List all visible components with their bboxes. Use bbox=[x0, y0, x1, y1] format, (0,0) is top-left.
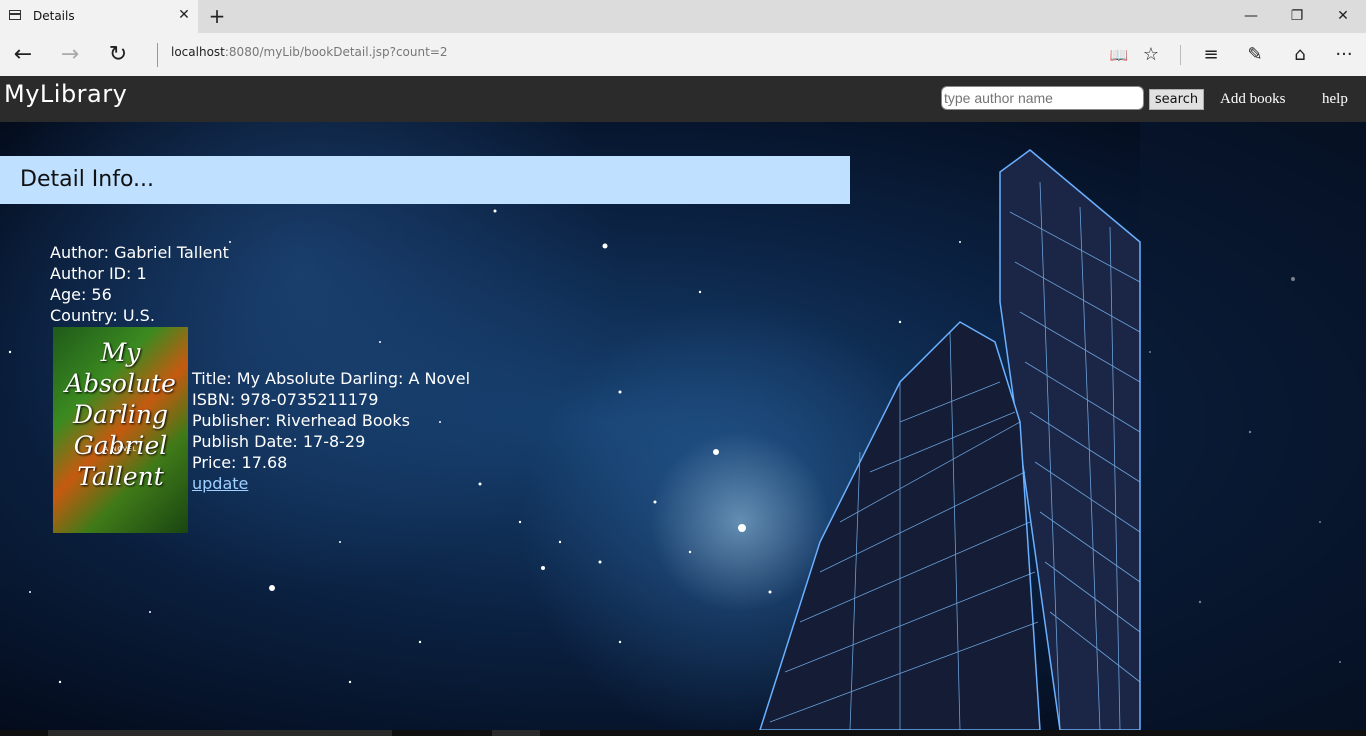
site-header: MyLibrary search Add books help bbox=[0, 76, 1366, 122]
author-age: Age: 56 bbox=[50, 285, 112, 304]
author-name: Author: Gabriel Tallent bbox=[50, 243, 229, 262]
cover-title-text: My Absolute Darling Gabriel Tallent bbox=[65, 338, 176, 491]
book-cover-image: My Absolute Darling Gabriel Tallent A NO… bbox=[53, 327, 188, 533]
cover-subtitle: A NOVEL bbox=[103, 446, 138, 453]
browser-tab-bar: Details ✕ + — ❐ ✕ bbox=[0, 0, 1366, 33]
more-icon[interactable]: ··· bbox=[1330, 41, 1358, 69]
refresh-button[interactable]: ↻ bbox=[103, 40, 133, 70]
help-link[interactable]: help bbox=[1322, 91, 1348, 108]
taskbar-item[interactable] bbox=[48, 730, 392, 736]
minimize-button[interactable]: — bbox=[1236, 5, 1266, 27]
update-link[interactable]: update bbox=[192, 474, 248, 493]
author-country: Country: U.S. bbox=[50, 306, 155, 325]
book-title: Title: My Absolute Darling: A Novel bbox=[192, 369, 471, 388]
taskbar bbox=[0, 730, 1366, 736]
book-publish-date: Publish Date: 17-8-29 bbox=[192, 432, 366, 451]
favorite-icon[interactable]: ☆ bbox=[1137, 41, 1165, 69]
web-note-icon[interactable]: ✎ bbox=[1241, 41, 1269, 69]
book-info: Title: My Absolute Darling: A Novel ISBN… bbox=[192, 368, 470, 494]
browser-tab[interactable]: Details ✕ bbox=[0, 0, 198, 33]
tower-illustration bbox=[759, 149, 1141, 730]
tab-title: Details bbox=[33, 9, 75, 23]
author-search-input[interactable] bbox=[941, 86, 1144, 110]
address-bar[interactable]: localhost:8080/myLib/bookDetail.jsp?coun… bbox=[171, 45, 448, 59]
close-window-button[interactable]: ✕ bbox=[1328, 5, 1358, 27]
page-icon bbox=[9, 10, 21, 20]
detail-info-banner: Detail Info... bbox=[0, 156, 850, 204]
author-info: Author: Gabriel Tallent Author ID: 1 Age… bbox=[50, 242, 229, 326]
tab-close-icon[interactable]: ✕ bbox=[174, 5, 194, 25]
book-price: Price: 17.68 bbox=[192, 453, 288, 472]
hub-icon[interactable]: ≡ bbox=[1197, 41, 1225, 69]
author-id: Author ID: 1 bbox=[50, 264, 147, 283]
url-path: :8080/myLib/bookDetail.jsp?count=2 bbox=[224, 45, 448, 59]
add-books-link[interactable]: Add books bbox=[1220, 91, 1285, 108]
new-tab-button[interactable]: + bbox=[206, 4, 228, 28]
forward-button[interactable]: → bbox=[55, 40, 85, 70]
detail-heading: Detail Info... bbox=[20, 167, 155, 192]
address-divider bbox=[157, 43, 158, 67]
restore-button[interactable]: ❐ bbox=[1282, 5, 1312, 27]
toolbar-divider bbox=[1180, 45, 1181, 65]
search-button[interactable]: search bbox=[1149, 89, 1204, 110]
back-button[interactable]: ← bbox=[8, 40, 38, 70]
site-logo[interactable]: MyLibrary bbox=[4, 80, 127, 108]
url-host: localhost bbox=[171, 45, 225, 59]
reading-view-icon[interactable]: 📖 bbox=[1105, 41, 1133, 69]
book-isbn: ISBN: 978-0735211179 bbox=[192, 390, 379, 409]
share-icon[interactable]: ⌂ bbox=[1286, 41, 1314, 69]
page-content: Detail Info... Author: Gabriel Tallent A… bbox=[0, 122, 1366, 730]
book-publisher: Publisher: Riverhead Books bbox=[192, 411, 411, 430]
browser-nav-bar: ← → ↻ localhost:8080/myLib/bookDetail.js… bbox=[0, 33, 1366, 76]
taskbar-item[interactable] bbox=[492, 730, 540, 736]
